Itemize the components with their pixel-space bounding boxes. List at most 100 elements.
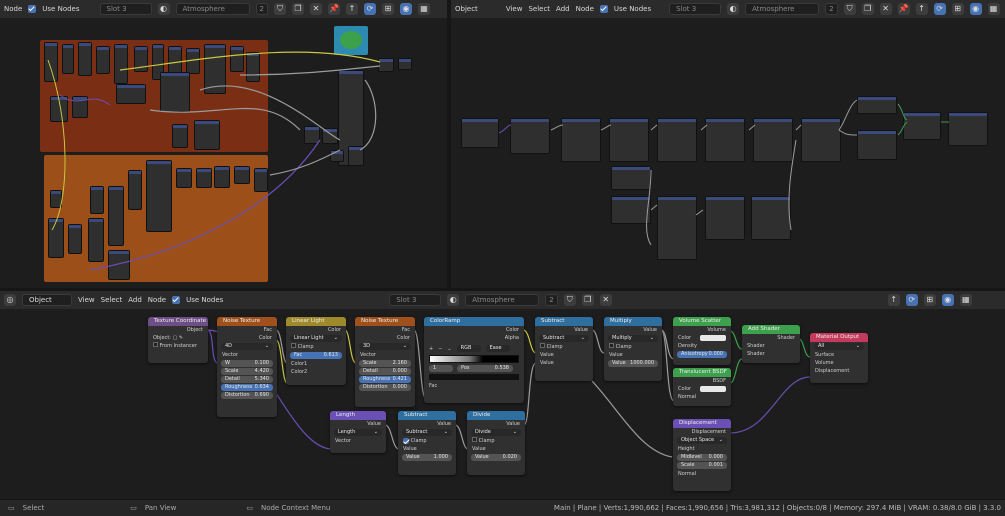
stop-pos-field[interactable]: Pos 0.538 (457, 365, 513, 372)
node-noise-texture-2[interactable]: Noise Texture Fac Color 3D ⌄ Vector Scale… (355, 317, 415, 407)
node-title[interactable]: Subtract (535, 317, 593, 326)
clamp-row[interactable]: Clamp (286, 343, 346, 351)
distortion-field[interactable]: Distortion 0.000 (359, 384, 411, 391)
node-subtract-1[interactable]: Subtract Value Subtract ⌄ Clamp Value Val… (535, 317, 593, 381)
node-title[interactable]: Noise Texture (355, 317, 415, 326)
object-field-row[interactable]: Object: ▢ ✎ (148, 334, 208, 342)
node-volume-scatter[interactable]: Volume Scatter Volume Color Density Anis… (673, 317, 731, 365)
add-stop-icon[interactable]: + (429, 345, 433, 353)
gradient-bar[interactable] (429, 355, 519, 363)
node-title[interactable]: Noise Texture (217, 317, 277, 326)
operation-dropdown[interactable]: Length ⌄ (334, 429, 382, 436)
socket-label-vector: Vector (335, 438, 351, 444)
detail-field[interactable]: Detail 0.000 (359, 368, 411, 375)
roughness-field[interactable]: Roughness 0.421 (359, 376, 411, 383)
node-noise-texture-1[interactable]: Noise Texture Fac Color 4D ⌄ Vector W 0.10… (217, 317, 277, 417)
node-translucent-bsdf[interactable]: Translucent BSDF BSDF Color Normal (673, 368, 731, 406)
clamp-label: Clamp (297, 344, 314, 350)
midlevel-field[interactable]: Midlevel 0.000 (677, 454, 727, 461)
color-swatch[interactable] (700, 335, 726, 341)
socket-label-value: Value (437, 421, 451, 427)
node-title[interactable]: Texture Coordinate (148, 317, 208, 326)
clamp-row[interactable]: Clamp (604, 343, 662, 351)
interpolation-dropdown[interactable]: Ease (485, 345, 510, 352)
detail-label: Detail (225, 376, 240, 382)
node-add-shader[interactable]: Add Shader Shader Shader Shader (742, 325, 800, 363)
blend-mode-dropdown[interactable]: Linear Light ⌄ (290, 335, 342, 342)
status-select: Select (22, 504, 45, 512)
w-field[interactable]: W 0.100 (221, 360, 273, 367)
socket-label-fac: Fac (263, 327, 272, 333)
dimensions-dropdown[interactable]: 4D ⌄ (221, 343, 273, 350)
clamp-label: Clamp (615, 344, 632, 350)
space-dropdown[interactable]: Object Space ⌄ (677, 437, 727, 444)
node-title[interactable]: Multiply (604, 317, 662, 326)
node-title[interactable]: Volume Scatter (673, 317, 731, 326)
clamp-checkbox[interactable] (540, 343, 545, 348)
socket-label-normal: Normal (678, 471, 697, 477)
node-title[interactable]: Material Output (810, 333, 868, 342)
node-title[interactable]: Subtract (398, 411, 456, 420)
operation-dropdown[interactable]: Multiply ⌄ (608, 335, 658, 342)
scale-field[interactable]: Scale 4.420 (221, 368, 273, 375)
clamp-checkbox[interactable] (291, 343, 296, 348)
node-displacement[interactable]: Displacement Displacement Object Space ⌄ … (673, 419, 731, 491)
chevron-down-icon: ⌄ (855, 343, 860, 349)
node-title[interactable]: Divide (467, 411, 525, 420)
from-instancer-row[interactable]: From Instancer (148, 342, 208, 350)
pos-value: 0.538 (494, 365, 509, 371)
node-title[interactable]: Translucent BSDF (673, 368, 731, 377)
node-material-output[interactable]: Material Output All ⌄ Surface Volume Disp… (810, 333, 868, 383)
roughness-field[interactable]: Roughness 0.634 (221, 384, 273, 391)
node-editor-top-left[interactable]: Node Use Nodes Slot 3 ◐ Atmosphere 2 ⛉ ❐… (0, 0, 447, 288)
node-title[interactable]: ColorRamp (424, 317, 524, 326)
from-instancer-checkbox[interactable] (153, 342, 158, 347)
fac-field[interactable]: Fac 0.613 (290, 352, 342, 359)
clamp-row[interactable]: Clamp (535, 343, 593, 351)
node-editor-top-right[interactable]: Object View Select Add Node Use Nodes Sl… (451, 0, 1005, 288)
color-swatch[interactable] (700, 386, 726, 392)
node-multiply[interactable]: Multiply Value Multiply ⌄ Clamp Value Val… (604, 317, 662, 381)
clamp-checkbox[interactable] (403, 437, 409, 444)
node-divide[interactable]: Divide Value Divide ⌄ Clamp Value Value 0.… (467, 411, 525, 475)
node-texture-coordinate[interactable]: Texture Coordinate Object Object: ▢ ✎ Fr… (148, 317, 208, 363)
node-color-ramp[interactable]: ColorRamp Color Alpha + − ⌄ RGB Ease 1 P… (424, 317, 524, 403)
mouse-left-icon: ▭ (8, 504, 15, 512)
node-subtract-2[interactable]: Subtract Value Subtract ⌄ Clamp Value Val… (398, 411, 456, 475)
node-length[interactable]: Length Value Length ⌄ Vector (330, 411, 386, 453)
distortion-field[interactable]: Distortion 0.690 (221, 392, 273, 399)
operation-dropdown[interactable]: Subtract ⌄ (402, 429, 452, 436)
dimensions-dropdown[interactable]: 3D ⌄ (359, 343, 411, 350)
value-b-field[interactable]: Value 1000.000 (608, 360, 658, 367)
object-label: Object: (153, 335, 171, 341)
color-label: Color (678, 386, 692, 392)
node-title[interactable]: Length (330, 411, 386, 420)
object-picker-icon[interactable]: ▢ ✎ (173, 335, 184, 341)
color-mode-dropdown[interactable]: RGB (456, 345, 481, 352)
chevron-down-icon[interactable]: ⌄ (447, 345, 451, 353)
target-dropdown[interactable]: All ⌄ (814, 343, 864, 350)
clamp-row[interactable]: Clamp (467, 437, 525, 445)
value-b-field[interactable]: Value 1.000 (402, 454, 452, 461)
node-mix-linear-light[interactable]: Linear Light Color Linear Light ⌄ Clamp F… (286, 317, 346, 385)
anisotropy-field[interactable]: Anisotropy 0.000 (677, 351, 727, 358)
operation-dropdown[interactable]: Subtract ⌄ (539, 335, 589, 342)
distortion-value: 0.690 (254, 392, 269, 398)
scale-label: Scale (363, 360, 377, 366)
scale-field[interactable]: Scale 2.160 (359, 360, 411, 367)
clamp-checkbox[interactable] (609, 343, 614, 348)
remove-stop-icon[interactable]: − (438, 345, 442, 353)
clamp-checkbox[interactable] (472, 437, 477, 442)
node-editor-bottom[interactable]: ◎ Object View Select Add Node Use Nodes … (0, 291, 1005, 499)
value-b-field[interactable]: Value 0.020 (471, 454, 521, 461)
node-title[interactable]: Linear Light (286, 317, 346, 326)
scale-field[interactable]: Scale 0.001 (677, 462, 727, 469)
stop-color-swatch[interactable] (429, 374, 519, 380)
operation-dropdown[interactable]: Divide ⌄ (471, 429, 521, 436)
node-title[interactable]: Add Shader (742, 325, 800, 334)
node-title[interactable]: Displacement (673, 419, 731, 428)
clamp-row[interactable]: Clamp (398, 437, 456, 445)
stop-index-field[interactable]: 1 (429, 365, 453, 372)
detail-field[interactable]: Detail 5.340 (221, 376, 273, 383)
clamp-label: Clamp (546, 344, 563, 350)
